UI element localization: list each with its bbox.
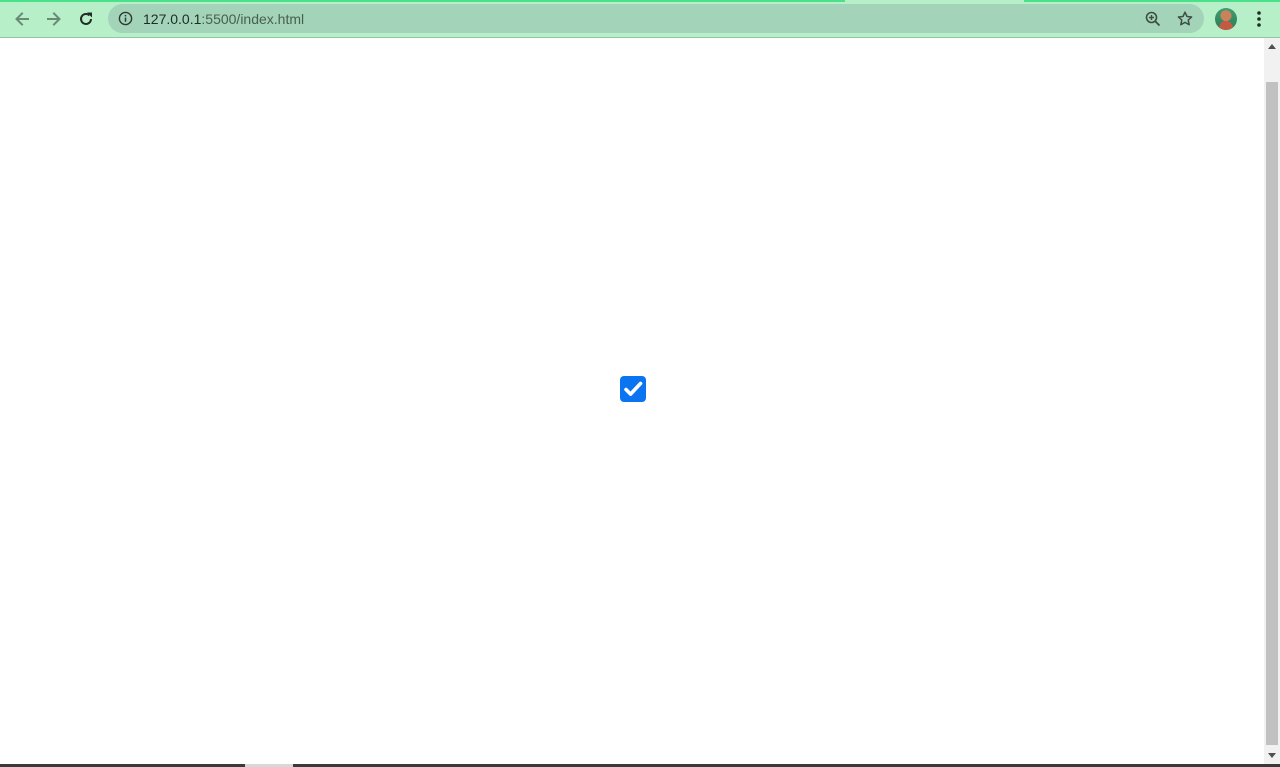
arrow-right-icon: [47, 12, 61, 26]
avatar-figure: [1219, 21, 1233, 30]
back-button[interactable]: [8, 5, 36, 33]
arrow-left-icon: [15, 12, 29, 26]
kebab-menu-icon[interactable]: [1248, 6, 1270, 32]
browser-toolbar: 127.0.0.1:5500/index.html: [0, 0, 1280, 38]
reload-button[interactable]: [72, 5, 100, 33]
info-icon[interactable]: [118, 11, 133, 26]
scrollbar-thumb[interactable]: [1266, 82, 1278, 745]
reload-icon: [80, 12, 92, 25]
url-path: :5500/index.html: [201, 11, 305, 27]
address-bar[interactable]: 127.0.0.1:5500/index.html: [108, 4, 1204, 33]
page-load-progress-bar: [0, 0, 1280, 2]
url-text[interactable]: 127.0.0.1:5500/index.html: [143, 11, 304, 27]
url-host: 127.0.0.1: [143, 11, 202, 27]
zoom-in-icon[interactable]: [1144, 10, 1162, 28]
scroll-down-arrow-icon[interactable]: [1268, 753, 1276, 758]
scroll-up-arrow-icon[interactable]: [1268, 44, 1276, 49]
avatar[interactable]: [1215, 8, 1237, 30]
star-icon[interactable]: [1176, 10, 1194, 28]
checkmark-icon: [624, 381, 643, 396]
checkbox-checked[interactable]: [620, 376, 646, 402]
forward-button[interactable]: [40, 5, 68, 33]
vertical-scrollbar[interactable]: [1264, 38, 1280, 764]
